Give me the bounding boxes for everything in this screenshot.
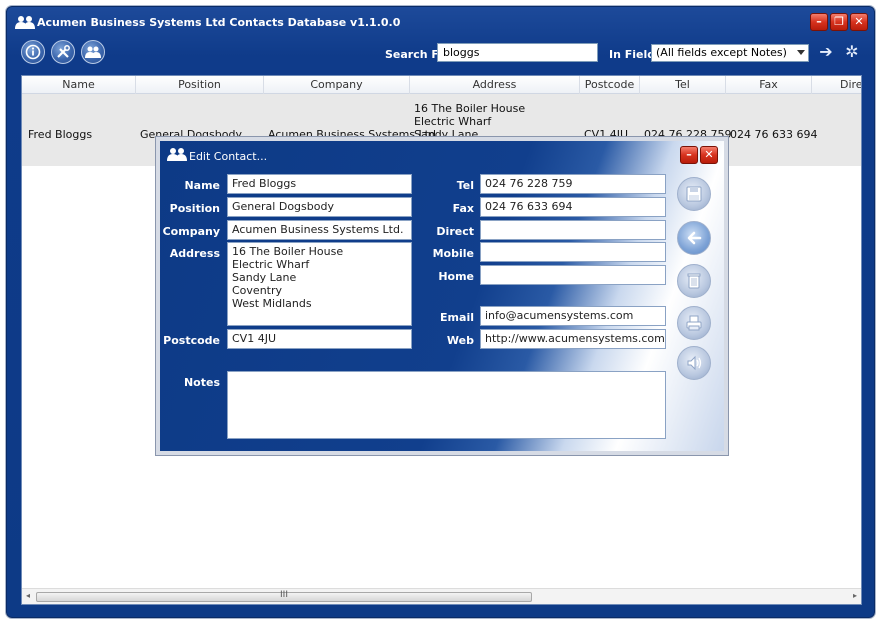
column-header-position[interactable]: Position	[136, 76, 264, 94]
cell-fax: 024 76 633 694	[730, 128, 818, 141]
window-title: Acumen Business Systems Ltd Contacts Dat…	[37, 16, 401, 29]
postcode-label: Postcode	[163, 334, 220, 347]
web-label: Web	[446, 334, 474, 347]
web-field[interactable]: http://www.acumensystems.com	[480, 329, 666, 349]
fields-dropdown[interactable]: (All fields except Notes)	[651, 44, 809, 62]
notes-label: Notes	[183, 376, 220, 389]
column-header-address[interactable]: Address	[410, 76, 580, 94]
speaker-icon	[687, 355, 702, 371]
grid-header: Name Position Company Address Postcode T…	[22, 76, 861, 94]
direct-field[interactable]	[480, 220, 666, 240]
close-icon: ✕	[704, 148, 714, 161]
column-header-tel[interactable]: Tel	[640, 76, 726, 94]
close-icon: ✕	[854, 15, 864, 28]
contacts-button[interactable]	[81, 40, 105, 64]
home-label: Home	[438, 270, 474, 283]
notes-field[interactable]	[227, 371, 666, 439]
minimize-icon: –	[686, 148, 692, 161]
tel-field[interactable]: 024 76 228 759	[480, 174, 666, 194]
chevron-down-icon	[797, 50, 805, 55]
home-field[interactable]	[480, 265, 666, 285]
name-label: Name	[184, 179, 220, 192]
print-icon	[686, 315, 702, 331]
minimize-button[interactable]: –	[810, 13, 828, 31]
horizontal-scrollbar[interactable]: ◂ III ▸	[22, 588, 861, 604]
dialog-body: Edit Contact... – ✕ Name Fred Bloggs Pos…	[160, 141, 724, 451]
mobile-label: Mobile	[432, 247, 474, 260]
print-button[interactable]	[677, 306, 711, 340]
back-button[interactable]	[677, 221, 711, 255]
email-field[interactable]: info@acumensystems.com	[480, 306, 666, 326]
column-header-postcode[interactable]: Postcode	[580, 76, 640, 94]
tools-icon	[57, 45, 70, 58]
postcode-field[interactable]: CV1 4JU	[227, 329, 412, 349]
direct-label: Direct	[436, 225, 474, 238]
cell-name: Fred Bloggs	[28, 128, 93, 141]
column-header-fax[interactable]: Fax	[726, 76, 812, 94]
scrollbar-grip: III	[280, 590, 288, 600]
address-field[interactable]: 16 The Boiler House Electric Wharf Sandy…	[227, 242, 412, 326]
email-label: Email	[440, 311, 474, 324]
scroll-right-icon[interactable]: ▸	[853, 591, 857, 600]
name-field[interactable]: Fred Bloggs	[227, 174, 412, 194]
cell-address-line1: 16 The Boiler House	[414, 102, 526, 115]
dialog-minimize-button[interactable]: –	[680, 146, 698, 164]
company-field[interactable]: Acumen Business Systems Ltd.	[227, 220, 412, 240]
scroll-left-icon[interactable]: ◂	[26, 591, 30, 600]
info-button[interactable]	[21, 40, 45, 64]
fields-dropdown-value: (All fields except Notes)	[656, 46, 787, 59]
scrollbar-thumb[interactable]: III	[36, 590, 532, 602]
fax-label: Fax	[452, 202, 474, 215]
column-header-company[interactable]: Company	[264, 76, 410, 94]
edit-contact-dialog: Edit Contact... – ✕ Name Fred Bloggs Pos…	[155, 136, 729, 456]
search-input[interactable]	[437, 43, 598, 62]
users-icon	[15, 16, 35, 29]
company-label: Company	[162, 225, 220, 238]
address-label: Address	[169, 247, 220, 260]
arrow-left-icon	[687, 231, 702, 245]
settings-button[interactable]: ✲	[843, 43, 861, 61]
mobile-field[interactable]	[480, 242, 666, 262]
dialog-close-button[interactable]: ✕	[700, 146, 718, 164]
position-field[interactable]: General Dogsbody	[227, 197, 412, 217]
info-icon	[25, 44, 41, 60]
minimize-icon: –	[816, 15, 822, 28]
cell-address-line2: Electric Wharf	[414, 115, 492, 128]
save-button[interactable]	[677, 177, 711, 211]
maximize-button[interactable]: ❐	[830, 13, 848, 31]
search-go-button[interactable]: ➔	[817, 43, 835, 61]
tel-label: Tel	[456, 179, 474, 192]
users-icon	[85, 46, 101, 58]
position-label: Position	[169, 202, 220, 215]
restore-icon: ❐	[834, 15, 844, 28]
column-header-name[interactable]: Name	[22, 76, 136, 94]
dialog-title: Edit Contact...	[189, 150, 268, 163]
delete-button[interactable]	[677, 264, 711, 298]
save-icon	[686, 186, 702, 202]
close-button[interactable]: ✕	[850, 13, 868, 31]
speak-button[interactable]	[677, 346, 711, 380]
users-icon	[167, 148, 187, 161]
fax-field[interactable]: 024 76 633 694	[480, 197, 666, 217]
tools-button[interactable]	[51, 40, 75, 64]
trash-icon	[687, 273, 701, 289]
gear-icon: ✲	[845, 42, 859, 61]
arrow-right-icon: ➔	[819, 42, 833, 61]
column-header-direct[interactable]: Direc	[812, 76, 861, 94]
title-bar: Acumen Business Systems Ltd Contacts Dat…	[7, 7, 874, 37]
